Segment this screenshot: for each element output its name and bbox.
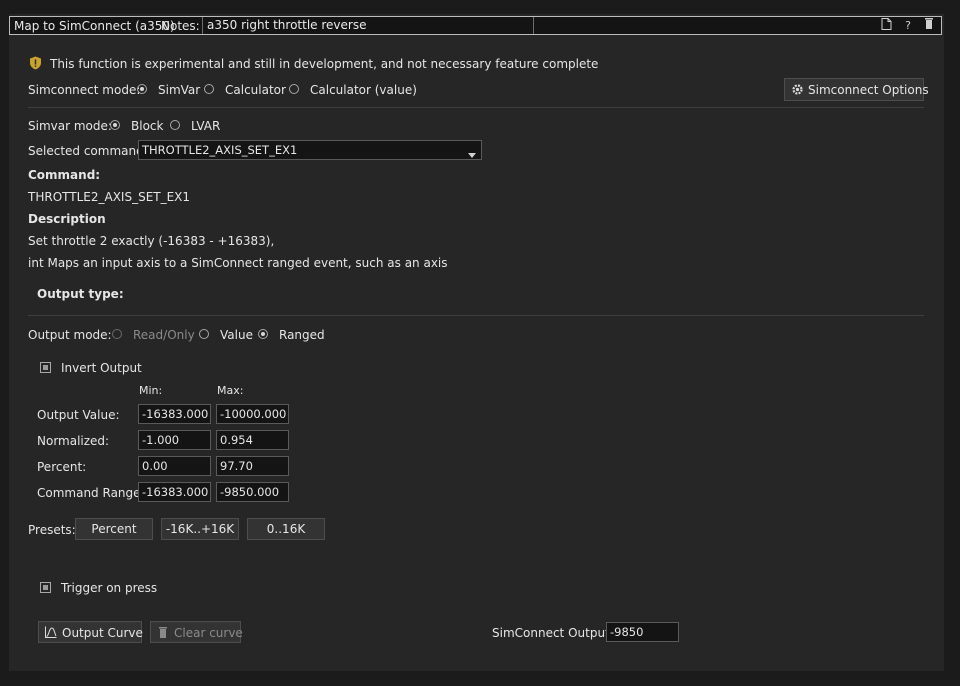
percent-max-input[interactable]: 97.70	[216, 456, 289, 476]
radio-calculator-label[interactable]: Calculator	[225, 83, 286, 97]
trash-icon	[159, 627, 167, 641]
simconnect-options-button[interactable]: Simconnect Options	[784, 78, 929, 101]
command-select-value: THROTTLE2_AXIS_SET_EX1	[142, 143, 298, 157]
separator	[28, 107, 924, 108]
radio-lvar[interactable]	[170, 120, 180, 130]
radio-calculator-value-label[interactable]: Calculator (value)	[310, 83, 417, 97]
preset-0-16k-button[interactable]: 0..16K	[247, 518, 325, 540]
description-line-2: int Maps an input axis to a SimConnect r…	[28, 256, 448, 270]
output-value-label: Output Value:	[37, 408, 120, 422]
radio-lvar-label[interactable]: LVAR	[191, 119, 220, 133]
presets-label: Presets:	[28, 523, 76, 537]
output-curve-button[interactable]: Output Curve	[38, 621, 143, 643]
output-type-heading: Output type:	[37, 287, 124, 301]
radio-value-label[interactable]: Value	[220, 328, 253, 342]
radio-simvar[interactable]	[137, 84, 147, 94]
dialog-panel	[9, 14, 944, 671]
delete-icon[interactable]	[922, 18, 936, 33]
command-heading: Command:	[28, 168, 101, 182]
shield-warning-icon	[29, 56, 42, 73]
preset-16k-symmetric-button[interactable]: -16K..+16K	[161, 518, 239, 540]
invert-output-checkbox[interactable]	[40, 362, 51, 373]
radio-read-only-label[interactable]: Read/Only	[133, 328, 195, 342]
normalized-min-input[interactable]: -1.000	[138, 430, 211, 450]
radio-value[interactable]	[199, 329, 209, 339]
command-range-label: Command Range:	[37, 486, 145, 500]
simvar-mode-label: Simvar mode:	[28, 119, 112, 133]
output-value-max-input[interactable]: -10000.000	[216, 404, 289, 424]
simconnect-options-label: Simconnect Options	[808, 83, 929, 97]
command-range-min-input[interactable]: -16383.000	[138, 482, 211, 502]
percent-min-input[interactable]: 0.00	[138, 456, 211, 476]
radio-ranged[interactable]	[258, 329, 268, 339]
min-header: Min:	[139, 384, 163, 397]
trigger-on-press-checkbox[interactable]	[40, 582, 51, 593]
description-heading: Description	[28, 212, 106, 226]
simconnect-output-value: -9850	[606, 622, 679, 642]
percent-label: Percent:	[37, 460, 87, 474]
notes-label: Notes:	[161, 19, 200, 33]
experimental-warning: This function is experimental and still …	[50, 57, 599, 71]
gear-icon	[791, 83, 804, 99]
radio-simvar-label[interactable]: SimVar	[158, 83, 200, 97]
trigger-on-press-label[interactable]: Trigger on press	[61, 581, 157, 595]
notes-input[interactable]: a350 right throttle reverse	[202, 17, 534, 34]
selected-command-label: Selected command:	[28, 144, 148, 158]
radio-calculator[interactable]	[204, 84, 214, 94]
clear-curve-button[interactable]: Clear curve	[150, 621, 243, 643]
normalized-label: Normalized:	[37, 434, 110, 448]
radio-calculator-value[interactable]	[289, 84, 299, 94]
radio-read-only[interactable]	[112, 329, 122, 339]
output-value-min-input[interactable]: -16383.000	[138, 404, 211, 424]
document-icon[interactable]	[879, 18, 893, 33]
simconnect-mode-label: Simconnect mode:	[28, 83, 141, 97]
separator	[28, 315, 924, 316]
output-mode-label: Output mode:	[28, 328, 112, 342]
radio-block-label[interactable]: Block	[131, 119, 163, 133]
output-curve-label: Output Curve	[62, 626, 143, 640]
normalized-max-input[interactable]: 0.954	[216, 430, 289, 450]
radio-block[interactable]	[110, 120, 120, 130]
invert-output-label[interactable]: Invert Output	[61, 361, 142, 375]
command-value: THROTTLE2_AXIS_SET_EX1	[28, 190, 191, 204]
window-title: Map to SimConnect (a350)	[14, 19, 175, 33]
help-icon[interactable]: ?	[901, 18, 915, 33]
command-range-max-input[interactable]: -9850.000	[216, 482, 289, 502]
clear-curve-label: Clear curve	[174, 626, 243, 640]
preset-percent-button[interactable]: Percent	[75, 518, 153, 540]
title-bar: Map to SimConnect (a350) Notes: a350 rig…	[9, 16, 942, 35]
max-header: Max:	[217, 384, 244, 397]
simconnect-output-label: SimConnect Output:	[492, 626, 614, 640]
chevron-down-icon[interactable]	[468, 147, 476, 161]
radio-ranged-label[interactable]: Ranged	[279, 328, 325, 342]
command-select[interactable]: THROTTLE2_AXIS_SET_EX1	[138, 140, 482, 160]
curve-icon	[45, 626, 57, 641]
description-line-1: Set throttle 2 exactly (-16383 - +16383)…	[28, 234, 275, 248]
